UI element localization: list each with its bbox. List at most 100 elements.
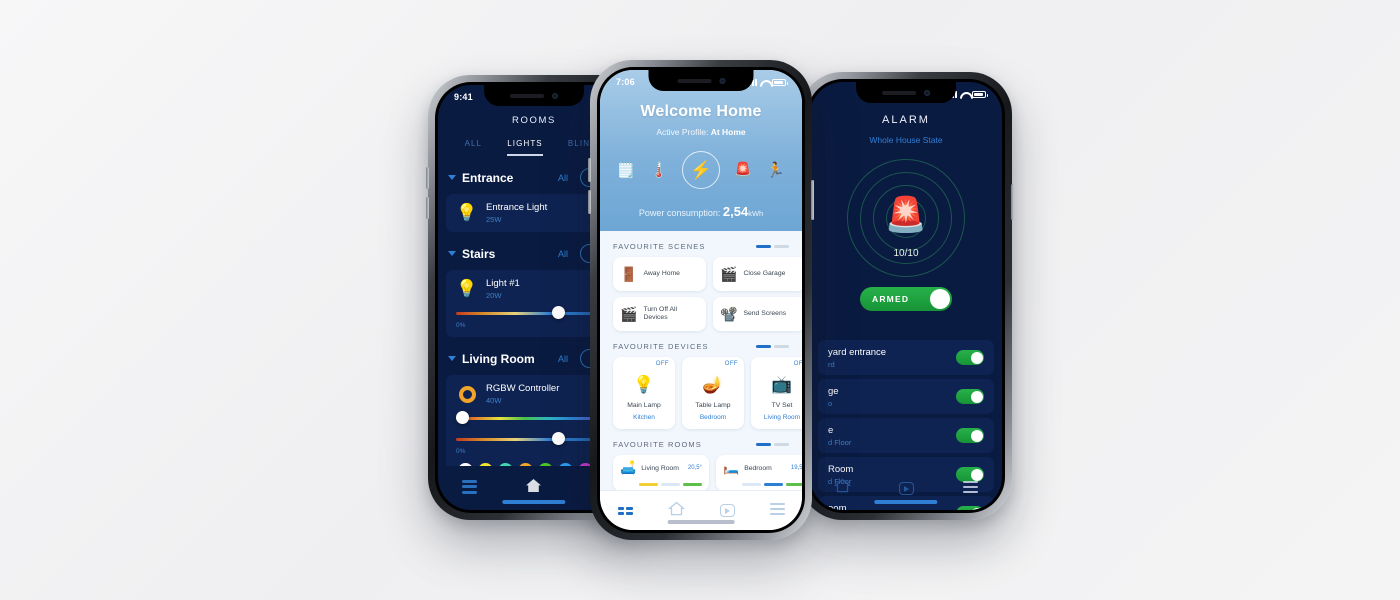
bottom-nav[interactable] [600, 490, 802, 530]
sensor-count: 10/10 [893, 248, 919, 259]
scene-tile[interactable]: 📽️ Send Screens [713, 297, 802, 331]
nav-camera-icon[interactable] [719, 504, 735, 517]
toggle-knob [930, 289, 950, 309]
volume-up-button[interactable] [588, 158, 591, 182]
slider-min-label: 0% [456, 448, 466, 455]
phone-right-alarm: ALARM Whole House State 🚨 10/10 ARMED ya… [798, 72, 1014, 520]
page-subtitle: Whole House State [869, 135, 943, 145]
section-header-devices: FAVOURITE DEVICES [600, 331, 802, 357]
room-tile[interactable]: 🛋️ Living Room 20,5° [613, 455, 709, 491]
rooms-row[interactable]: 🛋️Living Room20,5°🛏️Bedroom19,5°🧸 [600, 455, 802, 491]
alarm-device-row[interactable]: ge o [818, 379, 994, 414]
group-all-label[interactable]: All [558, 173, 568, 183]
battery-icon [972, 90, 988, 98]
scenes-row-2[interactable]: 🎬Turn Off All Devices📽️Send Screens🏠 [600, 297, 802, 331]
devices-row[interactable]: OFF 💡 Main Lamp Kitchen OFF 🪔 Table Lamp Bedroo… [600, 357, 802, 429]
room-name: Bedroom [744, 464, 772, 472]
home-indicator [874, 500, 938, 504]
group-all-label[interactable]: All [558, 354, 568, 364]
status-time: 7:06 [616, 77, 635, 87]
slider-knob[interactable] [552, 306, 566, 319]
scene-tile[interactable]: 🚪 Away Home [613, 257, 706, 291]
nav-home-icon[interactable] [525, 478, 542, 498]
device-toggle[interactable] [956, 389, 984, 404]
brightness-slider[interactable] [456, 432, 612, 447]
chevron-down-icon [448, 356, 456, 361]
group-name: Living Room [462, 351, 535, 366]
nav-home-icon[interactable] [833, 478, 852, 498]
device-name: e [828, 424, 834, 436]
thermometer-icon[interactable]: 🌡️ [649, 161, 668, 179]
power-bolt-icon[interactable]: ⚡ [681, 151, 720, 189]
nav-menu-icon[interactable] [962, 480, 978, 496]
brightness-slider[interactable] [456, 306, 612, 321]
scene-tile[interactable]: 🎬 Close Garage [713, 257, 802, 291]
hue-slider[interactable] [455, 411, 612, 426]
device-name: Light #1 [486, 278, 520, 289]
scene-tile[interactable]: 🎬 Turn Off All Devices [613, 297, 706, 331]
pager-devices[interactable] [756, 345, 789, 348]
device-location: d Floor [828, 437, 852, 447]
bulb-icon: 💡 [633, 375, 655, 394]
power-label: Power consumption: [638, 208, 721, 218]
notch [856, 82, 956, 103]
device-name: RGBW Controller [486, 383, 560, 394]
device-toggle[interactable] [956, 428, 984, 443]
slider-min-label: 0% [456, 322, 466, 329]
device-power: 25W [486, 215, 502, 224]
room-bar [742, 483, 761, 486]
scene-label: Away Home [643, 269, 680, 277]
alarm-device-list[interactable]: yard entrance rd ge o e d Floor Room d Floor oom… [810, 340, 1002, 510]
nav-list-icon[interactable] [462, 479, 478, 497]
tab-all[interactable]: ALL [465, 139, 483, 156]
room-tile[interactable]: 🛏️ Bedroom 19,5° [716, 455, 802, 491]
nav-home-icon[interactable] [667, 501, 685, 521]
earpiece-speaker [509, 93, 544, 98]
armed-toggle[interactable]: ARMED [860, 287, 952, 311]
color-swatches-solid[interactable] [456, 455, 612, 466]
alarm-device-row[interactable]: ed Floor [818, 418, 994, 453]
scene: 9:41 ROOMS ALL LIGHTS BLINDS Entrance Al… [0, 0, 1400, 600]
volume-down-button[interactable] [588, 190, 591, 214]
alarm-light-icon[interactable]: 🚨 [734, 161, 753, 179]
device-location: rd [828, 359, 835, 369]
device-tile[interactable]: OFF 🪔 Table Lamp Bedroom [682, 357, 744, 429]
device-tile[interactable]: OFF 📺 TV Set Living Room [751, 357, 802, 429]
power-button[interactable] [1011, 184, 1014, 220]
power-button[interactable] [811, 180, 814, 220]
section-header-rooms: FAVOURITE ROOMS [600, 429, 802, 455]
section-title: FAVOURITE ROOMS [613, 440, 702, 449]
device-tile[interactable]: OFF 💡 Main Lamp Kitchen [613, 357, 675, 429]
notes-icon[interactable]: 🗒️ [617, 161, 636, 179]
slider-knob[interactable] [552, 432, 566, 445]
motion-sensor-icon[interactable]: 🏃 [766, 161, 785, 179]
scene-label: Turn Off All Devices [643, 305, 678, 321]
device-power: 20W [486, 291, 502, 300]
pager-scenes[interactable] [756, 245, 789, 248]
slider-track [456, 417, 612, 420]
nav-menu-icon[interactable] [769, 503, 785, 518]
chevron-down-icon [448, 251, 456, 256]
nav-camera-icon[interactable] [899, 481, 915, 495]
hero-icon-row[interactable]: 🗒️ 🌡️ ⚡ 🚨 🏃 [600, 151, 802, 189]
tab-lights[interactable]: LIGHTS [507, 139, 543, 156]
room-bar [639, 483, 658, 486]
device-power: 40W [486, 396, 502, 405]
slider-knob[interactable] [455, 411, 469, 424]
room-temperature: 19,5° [790, 465, 802, 471]
earpiece-speaker [881, 90, 916, 95]
device-name: TV Set [771, 402, 793, 409]
device-room: Bedroom [699, 414, 727, 421]
device-room: Living Room [763, 414, 801, 421]
alarm-device-row[interactable]: yard entrance rd [818, 340, 994, 375]
volume-up-button[interactable] [426, 167, 429, 189]
group-all-label[interactable]: All [558, 249, 568, 259]
nav-grid-icon[interactable] [617, 506, 633, 515]
device-state: OFF [724, 361, 738, 367]
volume-down-button[interactable] [426, 197, 429, 219]
wifi-icon [960, 91, 969, 98]
device-toggle[interactable] [956, 350, 984, 365]
slider-track [456, 438, 612, 441]
pager-rooms[interactable] [756, 443, 789, 446]
scenes-row-1[interactable]: 🚪Away Home🎬Close Garage🎬 [600, 257, 802, 291]
